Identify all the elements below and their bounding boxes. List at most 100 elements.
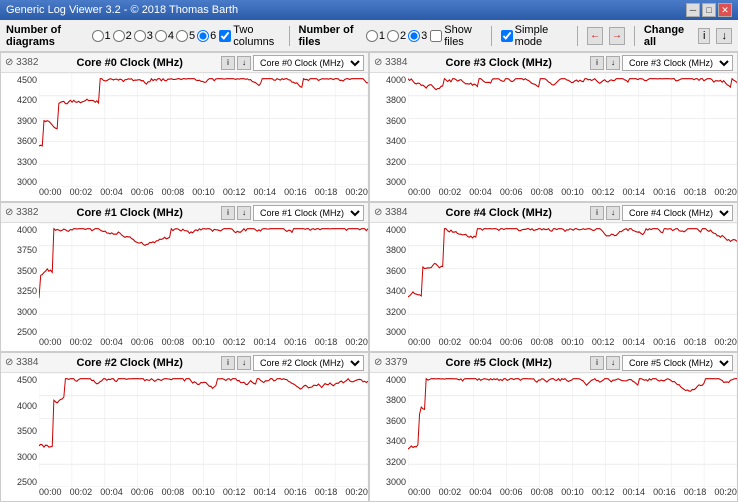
x-label-5-8: 00:16 (653, 487, 676, 501)
x-label-3-4: 00:08 (531, 337, 554, 351)
chart-info-btn-1[interactable]: i (590, 56, 604, 70)
left-arrow-btn[interactable]: ← (587, 27, 603, 45)
chart-dl-btn-5[interactable]: ↓ (606, 356, 620, 370)
x-label-5-0: 00:00 (408, 487, 431, 501)
info-icon: i (703, 30, 705, 42)
chart-dl-btn-4[interactable]: ↓ (237, 356, 251, 370)
chart-dl-btn-2[interactable]: ↓ (237, 206, 251, 220)
chart-info-btn-3[interactable]: i (590, 206, 604, 220)
x-label-4-5: 00:10 (192, 487, 215, 501)
x-label-4-10: 00:20 (345, 487, 368, 501)
close-btn[interactable]: ✕ (718, 3, 732, 17)
y-axis-0: 450042003900360033003000 (1, 73, 39, 201)
radio-1[interactable]: 1 (92, 30, 111, 42)
y-label-3-0: 4000 (372, 225, 406, 235)
radio-3[interactable]: 3 (134, 30, 153, 42)
radio-2[interactable]: 2 (113, 30, 132, 42)
x-label-5-10: 00:20 (714, 487, 737, 501)
simple-mode-checkbox[interactable]: Simple mode (501, 24, 569, 48)
chart-value-0: ⊘ 3382 (5, 57, 38, 68)
y-label-1-5: 3000 (372, 177, 406, 187)
show-files-checkbox[interactable]: Show files (430, 24, 482, 48)
simple-mode-label: Simple mode (515, 24, 569, 48)
chart-dl-btn-3[interactable]: ↓ (606, 206, 620, 220)
y-label-3-4: 3200 (372, 307, 406, 317)
x-label-1-6: 00:12 (592, 187, 615, 201)
y-label-4-1: 4000 (3, 401, 37, 411)
y-label-1-0: 4000 (372, 75, 406, 85)
chart-dropdown-1[interactable]: Core #3 Clock (MHz) (622, 55, 733, 71)
y-label-3-5: 3000 (372, 327, 406, 337)
chart-info-btn-5[interactable]: i (590, 356, 604, 370)
x-label-0-0: 00:00 (39, 187, 62, 201)
download-btn[interactable]: ↓ (716, 28, 732, 44)
chart-title-3: Core #4 Clock (MHz) (411, 207, 586, 219)
chart-title-1: Core #3 Clock (MHz) (411, 57, 586, 69)
chart-dropdown-5[interactable]: Core #5 Clock (MHz) (622, 355, 733, 371)
files-radio-2[interactable]: 2 (387, 30, 406, 42)
files-radio-1[interactable]: 1 (366, 30, 385, 42)
y-label-4-3: 3000 (3, 452, 37, 462)
chart-dropdown-4[interactable]: Core #2 Clock (MHz) (253, 355, 364, 371)
x-label-2-7: 00:14 (253, 337, 276, 351)
y-label-0-5: 3000 (3, 177, 37, 187)
two-columns-checkbox[interactable]: Two columns (219, 24, 279, 48)
y-label-1-1: 3800 (372, 95, 406, 105)
radio-6[interactable]: 6 (197, 30, 216, 42)
chart-panel-1: ⊘ 3384Core #3 Clock (MHz)i↓Core #3 Clock… (369, 52, 738, 202)
x-label-0-4: 00:08 (162, 187, 185, 201)
chart-dropdown-3[interactable]: Core #4 Clock (MHz) (622, 205, 733, 221)
radio-5[interactable]: 5 (176, 30, 195, 42)
chart-dl-btn-0[interactable]: ↓ (237, 56, 251, 70)
x-axis-3: 00:0000:0200:0400:0600:0800:1000:1200:14… (408, 337, 737, 351)
y-axis-3: 400038003600340032003000 (370, 223, 408, 351)
chart-content-1 (408, 73, 737, 187)
x-label-2-10: 00:20 (345, 337, 368, 351)
chart-dropdown-2[interactable]: Core #1 Clock (MHz) (253, 205, 364, 221)
divider-1 (289, 26, 290, 46)
chart-panel-3: ⊘ 3384Core #4 Clock (MHz)i↓Core #4 Clock… (369, 202, 738, 352)
y-label-5-1: 3800 (372, 395, 406, 405)
files-radio-3[interactable]: 3 (408, 30, 427, 42)
chart-info-btn-4[interactable]: i (221, 356, 235, 370)
x-label-0-2: 00:04 (100, 187, 123, 201)
y-axis-2: 400037503500325030002500 (1, 223, 39, 351)
y-label-5-5: 3000 (372, 477, 406, 487)
y-label-2-0: 4000 (3, 225, 37, 235)
minimize-btn[interactable]: ─ (686, 3, 700, 17)
y-label-1-3: 3400 (372, 136, 406, 146)
x-label-1-1: 00:02 (439, 187, 462, 201)
info-btn[interactable]: i (698, 28, 710, 44)
toolbar: Number of diagrams 1 2 3 4 5 6 Two colum… (0, 20, 738, 52)
chart-dl-btn-1[interactable]: ↓ (606, 56, 620, 70)
chart-value-1: ⊘ 3384 (374, 57, 407, 68)
chart-panel-2: ⊘ 3382Core #1 Clock (MHz)i↓Core #1 Clock… (0, 202, 369, 352)
chart-info-btn-0[interactable]: i (221, 56, 235, 70)
y-axis-4: 45004000350030002500 (1, 373, 39, 501)
chart-dropdown-0[interactable]: Core #0 Clock (MHz) (253, 55, 364, 71)
x-label-1-7: 00:14 (622, 187, 645, 201)
chart-info-btn-2[interactable]: i (221, 206, 235, 220)
maximize-btn[interactable]: □ (702, 3, 716, 17)
y-label-5-3: 3400 (372, 436, 406, 446)
radio-4[interactable]: 4 (155, 30, 174, 42)
y-label-5-0: 4000 (372, 375, 406, 385)
x-label-2-2: 00:04 (100, 337, 123, 351)
chart-content-3 (408, 223, 737, 337)
x-label-2-5: 00:10 (192, 337, 215, 351)
chart-content-2 (39, 223, 368, 337)
chart-content-0 (39, 73, 368, 187)
x-axis-2: 00:0000:0200:0400:0600:0800:1000:1200:14… (39, 337, 368, 351)
chart-panel-0: ⊘ 3382Core #0 Clock (MHz)i↓Core #0 Clock… (0, 52, 369, 202)
x-label-4-4: 00:08 (162, 487, 185, 501)
x-label-1-9: 00:18 (684, 187, 707, 201)
x-label-4-8: 00:16 (284, 487, 307, 501)
chart-content-4 (39, 373, 368, 487)
x-label-4-2: 00:04 (100, 487, 123, 501)
x-label-0-10: 00:20 (345, 187, 368, 201)
x-label-4-1: 00:02 (70, 487, 93, 501)
right-arrow-btn[interactable]: → (609, 27, 625, 45)
chart-body-2: 40003750350032503000250000:0000:0200:040… (1, 223, 368, 351)
divider-2 (491, 26, 492, 46)
x-label-4-0: 00:00 (39, 487, 62, 501)
